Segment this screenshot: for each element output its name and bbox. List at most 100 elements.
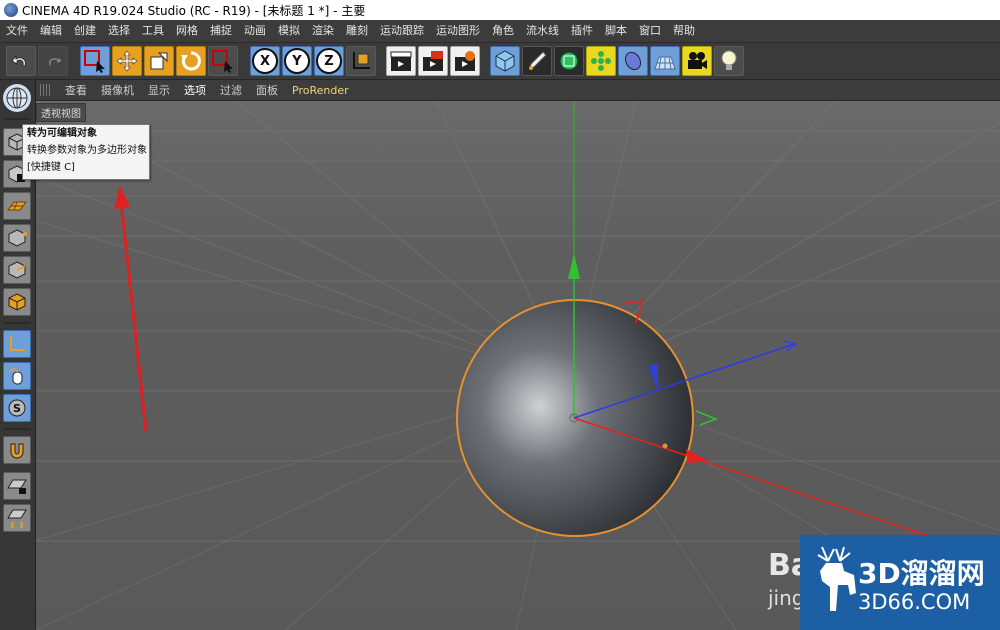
main-toolbar: X Y Z [0, 43, 1000, 80]
axis-mode-button[interactable] [3, 330, 31, 358]
live-selection-button[interactable] [80, 46, 110, 76]
deformer-button[interactable] [618, 46, 648, 76]
menu-mograph[interactable]: 运动图形 [430, 20, 486, 42]
menu-simulate[interactable]: 模拟 [272, 20, 306, 42]
render-settings-button[interactable] [450, 46, 480, 76]
clapper-red-icon [423, 51, 443, 71]
camera-icon [688, 52, 707, 69]
site-name-watermark: 3D溜溜网 [858, 557, 985, 590]
mouse-icon [10, 368, 23, 385]
palette-divider [4, 322, 30, 324]
render-to-picture-viewer-button[interactable] [418, 46, 448, 76]
light-button[interactable] [714, 46, 744, 76]
viewport-menu-prorender[interactable]: ProRender [285, 84, 356, 97]
deformer-icon [624, 51, 642, 71]
menu-plugins[interactable]: 插件 [565, 20, 599, 42]
scale-tool-button[interactable] [144, 46, 174, 76]
grip-handle-icon[interactable] [40, 84, 52, 96]
viewport-label: 透视视图 [36, 103, 86, 122]
cube-object-button[interactable] [490, 46, 520, 76]
menu-edit[interactable]: 编辑 [34, 20, 68, 42]
points-cube-icon [8, 229, 27, 247]
menu-pipeline[interactable]: 流水线 [520, 20, 565, 42]
coordinate-system-button[interactable] [346, 46, 376, 76]
viewport-menu-options[interactable]: 选项 [177, 82, 213, 98]
menu-animate[interactable]: 动画 [238, 20, 272, 42]
menu-select[interactable]: 选择 [102, 20, 136, 42]
palette-divider [4, 118, 30, 120]
floor-grid-icon [654, 56, 676, 70]
svg-text:S: S [13, 402, 21, 415]
rotate-icon [181, 51, 201, 71]
mode-switch-button[interactable] [3, 84, 31, 112]
menu-help[interactable]: 帮助 [667, 20, 701, 42]
undo-icon [11, 54, 26, 67]
move-tool-button[interactable] [112, 46, 142, 76]
camera-button[interactable] [682, 46, 712, 76]
clapper-icon [390, 51, 412, 71]
tooltip-description: 转换参数对象为多边形对象 [27, 145, 147, 156]
rotate-tool-button[interactable] [176, 46, 206, 76]
floor-button[interactable] [650, 46, 680, 76]
menu-script[interactable]: 脚本 [599, 20, 633, 42]
move-arrows-icon [116, 50, 138, 72]
subdivision-surface-button[interactable] [554, 46, 584, 76]
menu-mesh[interactable]: 网格 [170, 20, 204, 42]
workplane-button[interactable] [3, 504, 31, 532]
edges-mode-button[interactable] [3, 256, 31, 284]
menu-tools[interactable]: 工具 [136, 20, 170, 42]
edges-cube-icon [8, 261, 26, 279]
tweak-mode-button[interactable] [3, 362, 31, 390]
redo-icon [48, 54, 63, 67]
undo-button[interactable] [6, 46, 36, 76]
render-view-button[interactable] [386, 46, 416, 76]
viewport-menu-cameras[interactable]: 摄像机 [94, 82, 141, 98]
menu-render[interactable]: 渲染 [306, 20, 340, 42]
menu-snap[interactable]: 捕捉 [204, 20, 238, 42]
menu-sculpt[interactable]: 雕刻 [340, 20, 374, 42]
menu-window[interactable]: 窗口 [633, 20, 667, 42]
magnet-icon [10, 443, 24, 459]
y-axis-arrow [568, 253, 580, 279]
tooltip: 转为可编辑对象 转换参数对象为多边形对象 [快捷键 C] [22, 124, 150, 180]
texture-mode-button[interactable] [3, 192, 31, 220]
x-axis-lock-button[interactable]: X [250, 46, 280, 76]
redo-button[interactable] [38, 46, 68, 76]
viewport-menu-panel[interactable]: 面板 [249, 82, 285, 98]
cloner-button[interactable] [586, 46, 616, 76]
globe-icon [6, 87, 28, 109]
solo-s-icon: S [8, 399, 26, 417]
snap-button[interactable] [3, 436, 31, 464]
jingyan-watermark: jing [768, 586, 805, 610]
light-bulb-icon [721, 50, 737, 70]
x-axis-icon: X [252, 48, 278, 74]
viewport-menu-view[interactable]: 查看 [58, 82, 94, 98]
menu-create[interactable]: 创建 [68, 20, 102, 42]
window-title: CINEMA 4D R19.024 Studio (RC - R19) - [未… [22, 3, 366, 18]
workplane-lock-button[interactable] [3, 472, 31, 500]
solo-mode-button[interactable]: S [3, 394, 31, 422]
menu-file[interactable]: 文件 [0, 20, 34, 42]
polygons-mode-button[interactable] [3, 288, 31, 316]
axis-icon [10, 336, 25, 351]
cinema4d-logo-icon [4, 3, 18, 17]
z-axis-lock-button[interactable]: Z [314, 46, 344, 76]
points-mode-button[interactable] [3, 224, 31, 252]
menu-character[interactable]: 角色 [486, 20, 520, 42]
menu-motion-tracking[interactable]: 运动跟踪 [374, 20, 430, 42]
recent-tool-button[interactable] [208, 46, 238, 76]
pen-spline-button[interactable] [522, 46, 552, 76]
y-axis-lock-button[interactable]: Y [282, 46, 312, 76]
clapper-gear-icon [455, 51, 475, 71]
deer-logo-icon [817, 546, 856, 611]
selection-arrow-icon [84, 50, 105, 73]
x-axis-arrow [686, 449, 708, 463]
grid-lock-icon [7, 479, 27, 494]
subdivision-icon [560, 52, 578, 70]
tooltip-title: 转为可编辑对象 [27, 128, 97, 139]
viewport-menu-filter[interactable]: 过滤 [213, 82, 249, 98]
viewport-menu-bar: 查看 摄像机 显示 选项 过滤 面板 ProRender [36, 80, 1000, 101]
viewport-menu-display[interactable]: 显示 [141, 82, 177, 98]
menu-bar: 文件 编辑 创建 选择 工具 网格 捕捉 动画 模拟 渲染 雕刻 运动跟踪 运动… [0, 20, 1000, 43]
pen-icon [529, 51, 547, 70]
